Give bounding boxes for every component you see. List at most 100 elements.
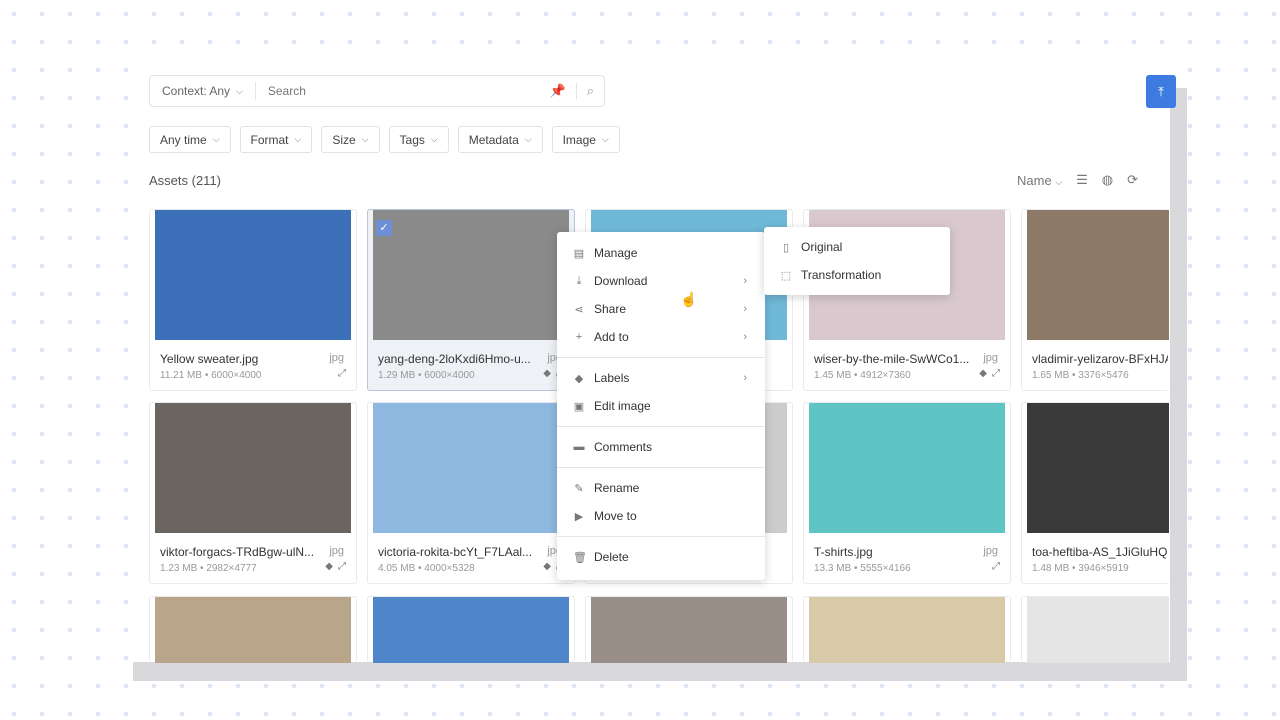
menu-item-add-to[interactable]: + Add to › bbox=[557, 323, 765, 351]
menu-item-comments[interactable]: ▬ Comments bbox=[557, 433, 765, 461]
menu-item-label: Labels bbox=[594, 371, 630, 385]
filter-label: Any time bbox=[160, 132, 207, 147]
filter-metadata[interactable]: Metadata ⌵ bbox=[457, 126, 543, 153]
upload-icon: ⤒ bbox=[1158, 84, 1164, 99]
pin-icon[interactable]: 📌 bbox=[540, 83, 576, 99]
search-icon[interactable]: ⌕ bbox=[575, 83, 604, 99]
asset-meta: 13.3 MB • 5555×4166 bbox=[814, 563, 911, 574]
asset-card[interactable]: viktor-forgacs-TRdBgw-ulN... jpg 1.23 MB… bbox=[149, 402, 357, 584]
asset-thumbnail bbox=[1027, 403, 1169, 533]
rename-icon: ✎ bbox=[574, 482, 584, 495]
filter-any-time[interactable]: Any time ⌵ bbox=[149, 126, 231, 153]
asset-name: T-shirts.jpg bbox=[814, 545, 873, 559]
search-input[interactable] bbox=[255, 84, 540, 98]
menu-item-label: Edit image bbox=[594, 399, 651, 413]
menu-item-download[interactable]: ⤓ Download › bbox=[557, 267, 765, 295]
delete-icon: 🗑 bbox=[573, 551, 587, 564]
asset-meta: 1.29 MB • 6000×4000 bbox=[378, 370, 475, 381]
checkbox-checked[interactable]: ✓ bbox=[376, 220, 392, 236]
filter-label: Size bbox=[332, 132, 356, 147]
transform-icon: ⤢ bbox=[338, 368, 346, 379]
menu-item-label: Delete bbox=[594, 550, 629, 564]
edit-image-icon: ▣ bbox=[573, 400, 585, 413]
filter-label: Tags bbox=[399, 132, 425, 147]
filter-label: Metadata bbox=[468, 132, 519, 147]
menu-item-edit-image[interactable]: ▣ Edit image bbox=[557, 392, 765, 420]
menu-item-labels[interactable]: ◆ Labels › bbox=[557, 364, 765, 392]
sort-lines-icon[interactable]: ☰ bbox=[1076, 172, 1088, 188]
filter-label: Image bbox=[562, 132, 596, 147]
asset-card[interactable]: Yellow sweater.jpg jpg 11.21 MB • 6000×4… bbox=[149, 209, 357, 391]
asset-thumbnail bbox=[1027, 597, 1169, 663]
upload-button[interactable]: ⤒ bbox=[1146, 75, 1176, 108]
filter-image[interactable]: Image ⌵ bbox=[551, 126, 620, 153]
asset-format: jpg bbox=[983, 352, 998, 364]
sort-toolbar: Name ⌵ ☰ ◍ ⟳ bbox=[1017, 172, 1138, 188]
hand-cursor-icon: ☝ bbox=[680, 291, 698, 307]
add-to-icon: + bbox=[575, 331, 583, 343]
chevron-down-icon: ⌵ bbox=[236, 85, 243, 96]
menu-item-share[interactable]: ⋖ Share › bbox=[557, 295, 765, 323]
asset-card[interactable] bbox=[1021, 596, 1169, 663]
context-dropdown[interactable]: Context: Any ⌵ bbox=[150, 82, 256, 100]
asset-thumbnail bbox=[155, 597, 351, 663]
asset-format: jpg bbox=[983, 545, 998, 557]
sort-dropdown[interactable]: Name ⌵ bbox=[1017, 173, 1062, 188]
tag-icon: ◆ bbox=[325, 561, 333, 572]
globe-icon[interactable]: ◍ bbox=[1102, 172, 1113, 188]
submenu-item-transformation[interactable]: ⬚ Transformation bbox=[764, 261, 950, 289]
transform-icon: ⤢ bbox=[992, 368, 1000, 379]
filter-size[interactable]: Size ⌵ bbox=[321, 126, 380, 153]
menu-item-delete[interactable]: 🗑 Delete bbox=[557, 543, 765, 571]
download-icon: ⤓ bbox=[576, 274, 582, 287]
asset-name: viktor-forgacs-TRdBgw-ulN... bbox=[160, 545, 315, 559]
comments-icon: ▬ bbox=[573, 441, 585, 453]
asset-thumbnail bbox=[591, 597, 787, 663]
menu-divider bbox=[557, 536, 765, 537]
menu-item-manage[interactable]: ▤ Manage bbox=[557, 239, 765, 267]
asset-thumbnail bbox=[373, 210, 569, 340]
asset-meta: 1.65 MB • 3376×5476 bbox=[1032, 370, 1129, 381]
menu-item-label: Manage bbox=[594, 246, 638, 260]
asset-card[interactable]: victoria-rokita-bcYt_F7LAal... jpg 4.05 … bbox=[367, 402, 575, 584]
filter-format[interactable]: Format ⌵ bbox=[239, 126, 313, 153]
menu-divider bbox=[557, 357, 765, 358]
refresh-icon[interactable]: ⟳ bbox=[1127, 172, 1138, 188]
asset-card[interactable] bbox=[149, 596, 357, 663]
download-submenu: ▯ Original ⬚ Transformation bbox=[764, 227, 950, 295]
asset-format: jpg bbox=[329, 352, 344, 364]
asset-meta: 1.23 MB • 2982×4777 bbox=[160, 563, 257, 574]
asset-card[interactable] bbox=[367, 596, 575, 663]
chevron-down-icon: ⌵ bbox=[524, 134, 532, 144]
filter-label: Format bbox=[250, 132, 289, 147]
asset-name: vladimir-yelizarov-BFxHJA... bbox=[1032, 352, 1168, 366]
menu-item-rename[interactable]: ✎ Rename bbox=[557, 474, 765, 502]
transform-icon: ⤢ bbox=[992, 561, 1000, 572]
chevron-down-icon: ⌵ bbox=[361, 134, 369, 144]
menu-item-label: Add to bbox=[594, 330, 629, 344]
menu-divider bbox=[557, 467, 765, 468]
menu-item-label: Rename bbox=[594, 481, 640, 495]
asset-name: toa-heftiba-AS_1JiGluHQ-u bbox=[1032, 545, 1168, 559]
assets-count: Assets (211) bbox=[149, 173, 222, 188]
asset-card[interactable]: T-shirts.jpg jpg 13.3 MB • 5555×4166 ⤢ bbox=[803, 402, 1011, 584]
menu-item-label: Transformation bbox=[801, 268, 882, 282]
move-to-icon: ▶ bbox=[574, 510, 584, 523]
asset-thumbnail bbox=[155, 403, 351, 533]
asset-meta: 1.48 MB • 3946×5919 bbox=[1032, 563, 1129, 574]
asset-card[interactable] bbox=[585, 596, 793, 663]
asset-card[interactable]: toa-heftiba-AS_1JiGluHQ-u 1.48 MB • 3946… bbox=[1021, 402, 1169, 584]
submenu-item-original[interactable]: ▯ Original bbox=[764, 233, 950, 261]
asset-card[interactable]: ✓ yang-deng-2loKxdi6Hmo-u... jpg 1.29 MB … bbox=[367, 209, 575, 391]
transformation-icon: ⬚ bbox=[780, 269, 792, 282]
asset-meta: 11.21 MB • 6000×4000 bbox=[160, 370, 262, 381]
filter-tags[interactable]: Tags ⌵ bbox=[388, 126, 449, 153]
asset-name: yang-deng-2loKxdi6Hmo-u... bbox=[378, 352, 531, 366]
chevron-right-icon: › bbox=[743, 331, 747, 343]
asset-card[interactable] bbox=[803, 596, 1011, 663]
sort-label: Name bbox=[1017, 172, 1052, 188]
chevron-down-icon: ⌵ bbox=[601, 134, 609, 144]
menu-item-move-to[interactable]: ▶ Move to bbox=[557, 502, 765, 530]
menu-item-label: Move to bbox=[594, 509, 637, 523]
asset-card[interactable]: vladimir-yelizarov-BFxHJA... 1.65 MB • 3… bbox=[1021, 209, 1169, 391]
